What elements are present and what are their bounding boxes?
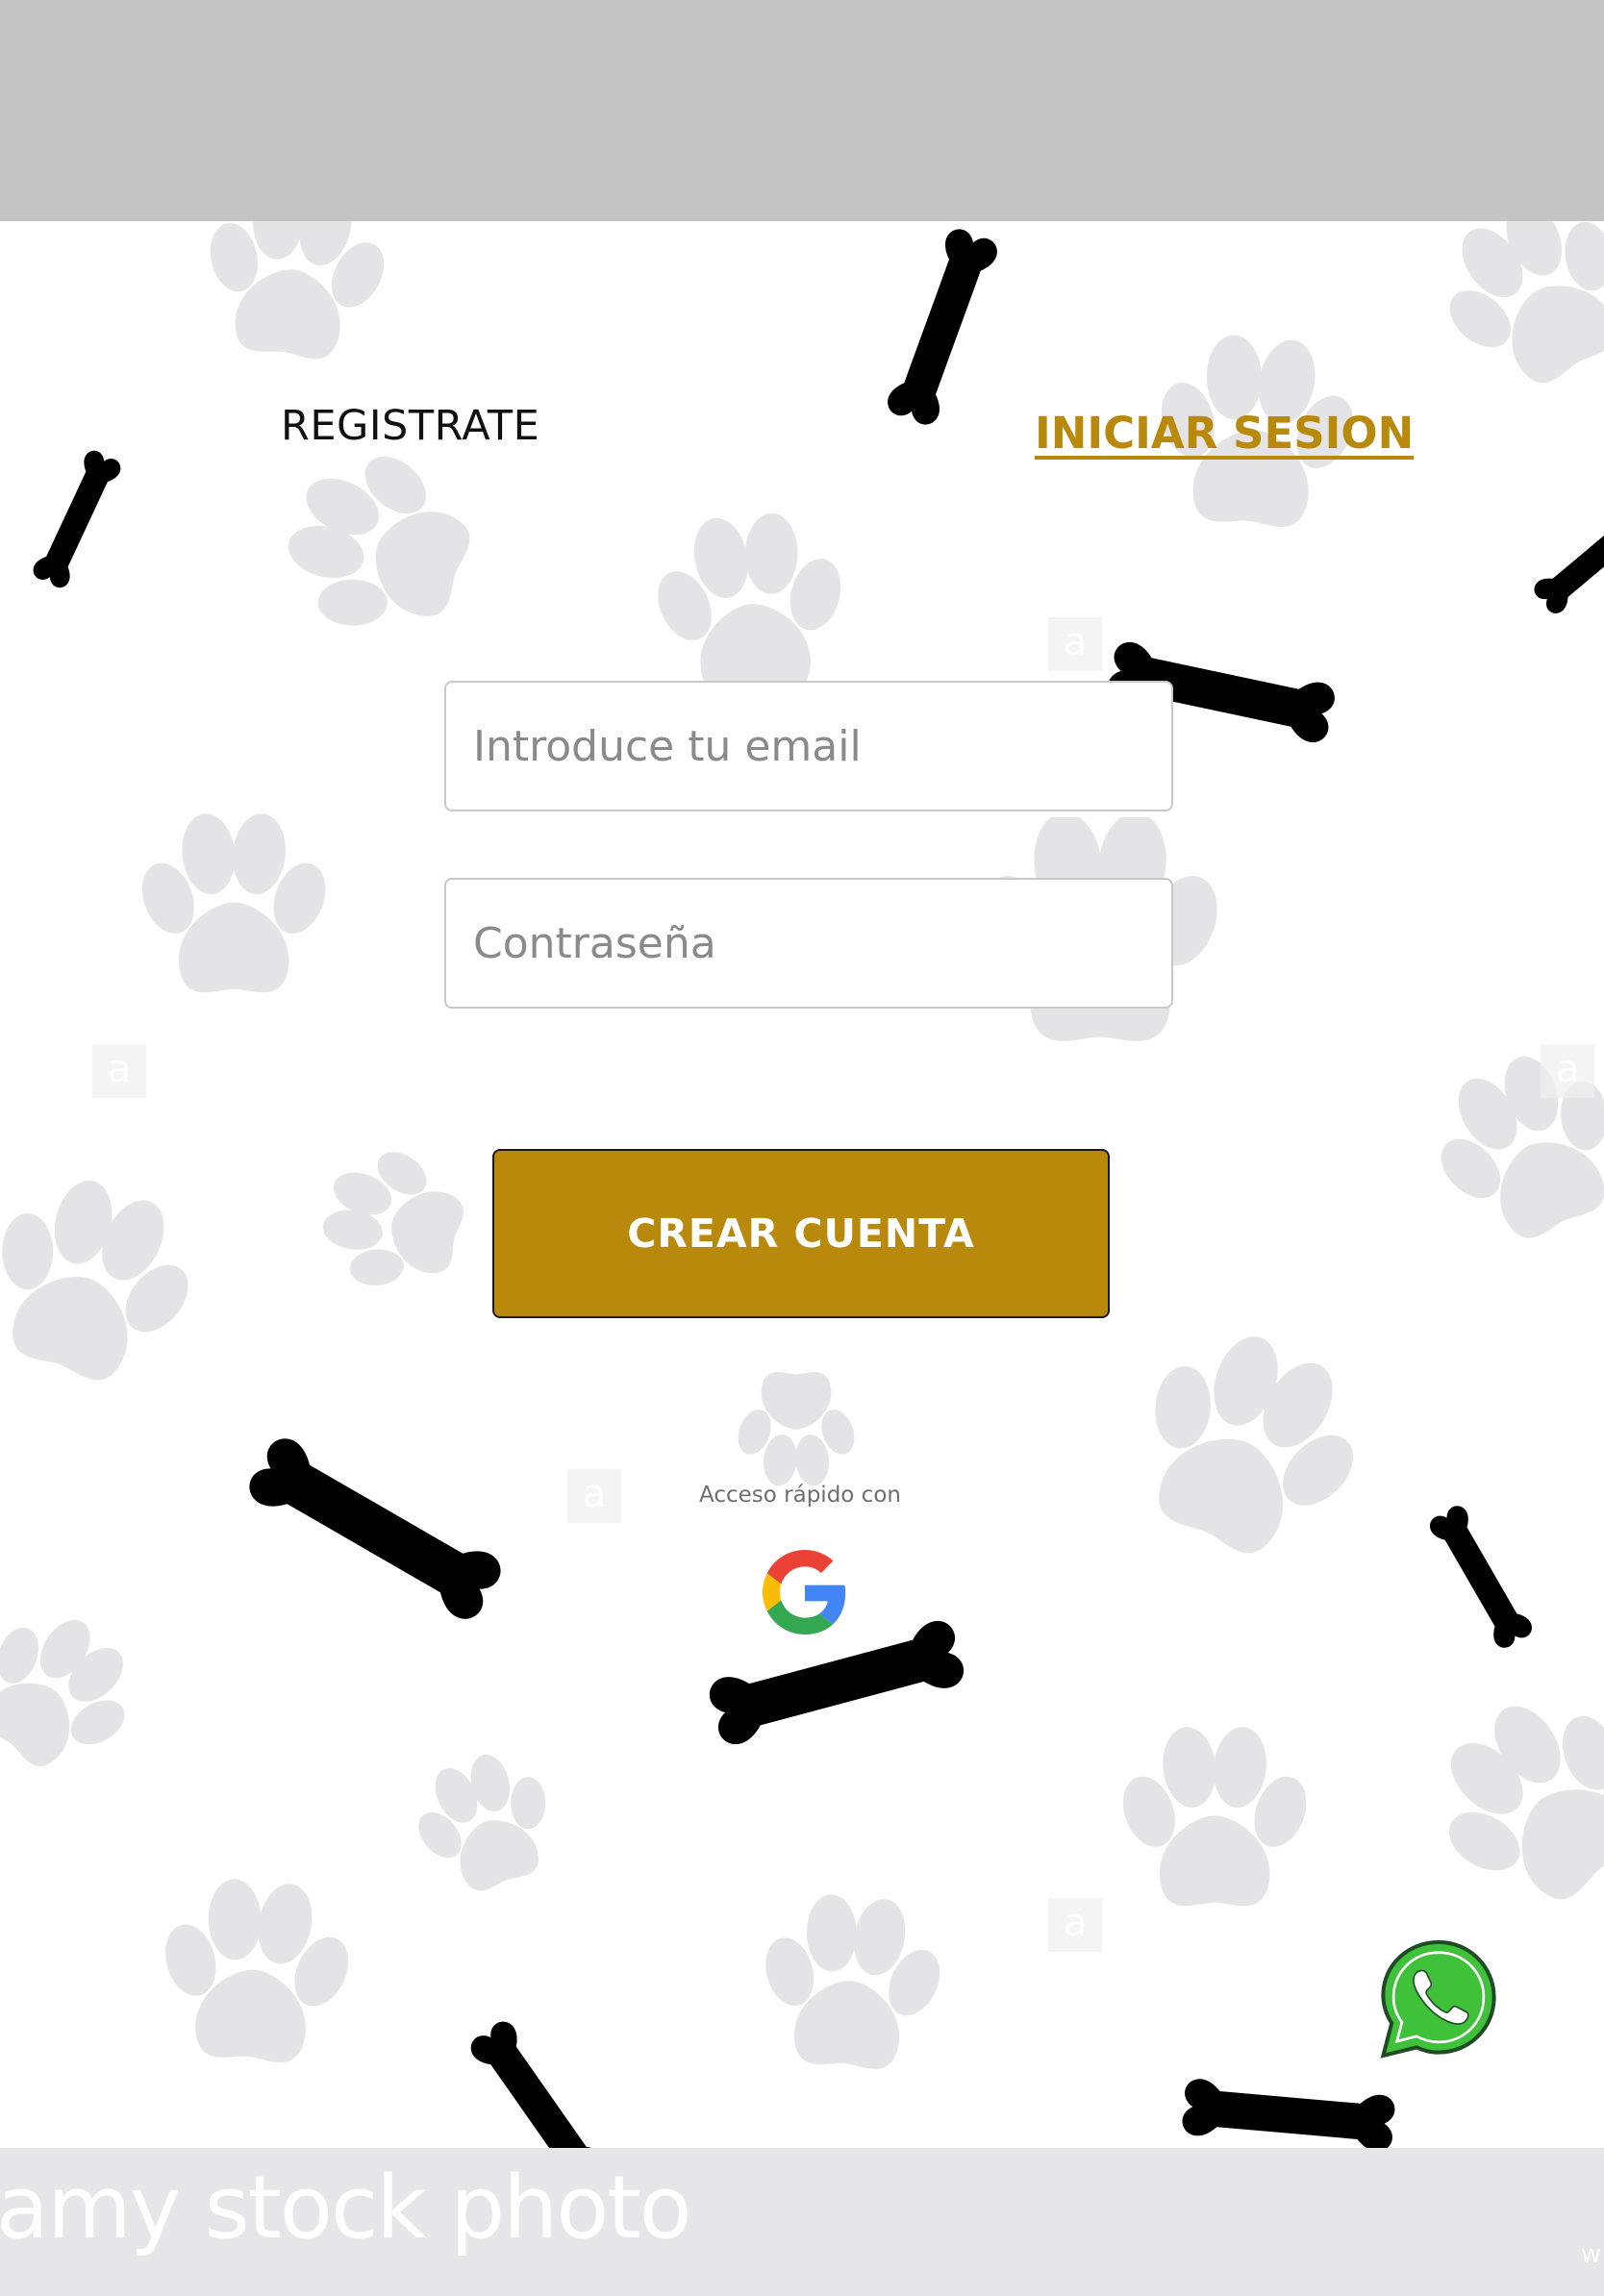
bone-icon [1426,1502,1536,1652]
paw-print-icon [0,1584,135,1798]
bone-icon [1530,497,1604,618]
paw-print-icon [748,1885,955,2076]
paw-print-icon [147,1870,364,2069]
create-account-button[interactable]: CREAR CUENTA [492,1149,1110,1318]
watermark-corner-text: w [1581,2240,1602,2269]
whatsapp-icon [1380,1940,1496,2059]
paw-print-icon [133,811,336,993]
quick-access-text: Acceso rápido con [699,1483,901,1508]
tab-register[interactable]: REGISTRATE [281,402,539,450]
watermark-logo: a [1048,1898,1102,1952]
google-login-button[interactable] [763,1550,847,1635]
bone-icon [30,447,124,591]
paw-print-icon [188,221,403,369]
watermark-logo: a [92,1044,146,1098]
paw-print-icon [394,1735,575,1908]
paw-print-icon [732,1372,861,1487]
bone-icon [242,1432,508,1626]
watermark-logo: a [1048,617,1102,671]
paw-print-icon [1433,221,1604,394]
paw-print-icon [1106,1327,1356,1577]
password-field[interactable] [444,878,1173,1009]
whatsapp-button[interactable] [1373,1934,1504,2063]
email-field[interactable] [444,681,1173,811]
watermark-logo: a [1541,1044,1594,1098]
paw-print-icon [0,1163,192,1404]
paw-print-icon [1114,1724,1316,1907]
watermark-text: amy stock photo [0,2158,692,2259]
paw-print-icon [288,425,491,654]
google-icon [763,1550,846,1635]
bone-icon [465,2016,612,2148]
tab-login[interactable]: INICIAR SESION [1035,408,1414,459]
top-bar [0,0,1604,221]
paw-print-icon [308,1131,477,1308]
watermark-bar: amy stock photo w [0,2148,1604,2296]
quick-access-label: Acceso rápido con [0,1483,1604,1508]
